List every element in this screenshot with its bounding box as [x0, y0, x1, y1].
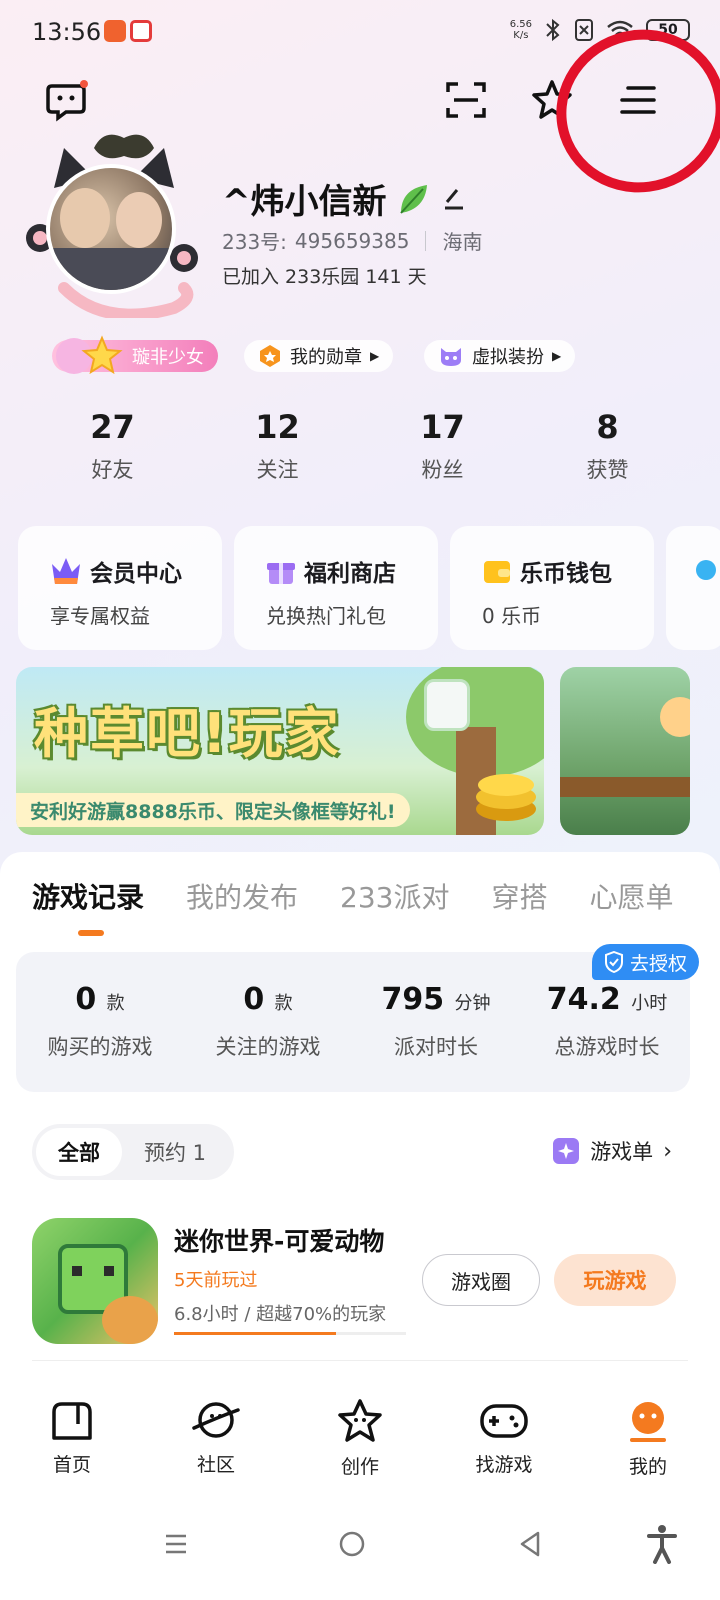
game-filter: 全部 预约 1: [32, 1124, 234, 1180]
divider: [425, 230, 427, 251]
back-icon[interactable]: [506, 1520, 554, 1568]
location: 海南: [442, 230, 483, 254]
tab-indicator: [78, 930, 104, 936]
game-circle-button[interactable]: 游戏圈: [422, 1254, 540, 1306]
chevron-right-icon: ›: [663, 1138, 672, 1164]
promo-banner[interactable]: 种草吧!玩家 安利好游赢8888乐币、限定头像框等好礼!: [16, 667, 544, 835]
list-divider: [32, 1360, 688, 1361]
profile-icon: [630, 1402, 666, 1442]
game-summary: 0 款 购买的游戏 0 款 关注的游戏 795 分钟 派对时长 74.2 小时 …: [16, 952, 690, 1092]
summary-purchased[interactable]: 0 款 购买的游戏: [40, 982, 160, 1061]
leaf-icon: [399, 184, 427, 214]
tab-bar: 游戏记录 我的发布 233派对 穿搭 心愿单: [32, 876, 674, 916]
sparkle-list-icon: [553, 1138, 580, 1164]
crown-icon: [52, 558, 80, 584]
bottom-nav: 首页 社区 创作 找游戏 我的: [0, 1380, 720, 1490]
card-welfare-store[interactable]: 福利商店 兑换热门礼包: [234, 526, 438, 650]
caret-right-icon: ▶: [552, 349, 562, 363]
game-play-stats: 6.8小时 / 超越70%的玩家: [174, 1304, 387, 1325]
recent-apps-icon[interactable]: [152, 1520, 200, 1568]
nav-home[interactable]: 首页: [0, 1380, 144, 1490]
my-medals-chip[interactable]: 我的勋章 ▶: [244, 340, 394, 372]
notification-app-icon: [130, 20, 152, 42]
bluetooth-icon: [546, 18, 560, 42]
stat-friends[interactable]: 27 好友: [30, 408, 195, 484]
card-partial[interactable]: [666, 526, 720, 650]
play-progress-fill: [174, 1332, 337, 1335]
nav-create[interactable]: 创作: [288, 1380, 432, 1490]
avatar[interactable]: [24, 128, 204, 318]
game-icon: [32, 1218, 158, 1344]
status-time: 13:56: [32, 18, 102, 46]
net-speed: 6.56 K/s: [509, 19, 532, 41]
wallet-icon: [484, 561, 510, 583]
play-game-button[interactable]: 玩游戏: [554, 1254, 676, 1306]
game-list-item[interactable]: 迷你世界-可爱动物 5天前玩过 6.8小时 / 超越70%的玩家 游戏圈 玩游戏: [32, 1216, 688, 1346]
caret-right-icon: ▶: [370, 349, 380, 363]
summary-party-time[interactable]: 795 分钟 派对时长: [376, 982, 496, 1061]
user-id-value[interactable]: 495659385: [295, 229, 410, 253]
star-icon: [338, 1399, 382, 1442]
social-stats: 27 好友 12 关注 17 粉丝 8 获赞: [30, 408, 690, 484]
game-title: 迷你世界-可爱动物: [174, 1227, 385, 1256]
notification-app-icon: [104, 20, 126, 42]
pink-star-icon: [56, 335, 123, 375]
gamepad-icon: [480, 1404, 528, 1438]
gift-icon: [267, 563, 295, 584]
banner-subtitle: 安利好游赢8888乐币、限定头像框等好礼!: [16, 793, 410, 827]
nav-community[interactable]: 社区: [144, 1380, 288, 1490]
tab-233-party[interactable]: 233派对: [340, 876, 449, 916]
gold-coins-icon: [476, 774, 536, 821]
tab-wishlist[interactable]: 心愿单: [590, 876, 674, 916]
user-id-label: 233号:: [222, 230, 287, 254]
stat-likes[interactable]: 8 获赞: [525, 408, 690, 484]
medal-icon: [260, 345, 280, 367]
user-id-line: 233号: 495659385 海南: [222, 226, 482, 255]
stat-following[interactable]: 12 关注: [195, 408, 360, 484]
home-icon: [52, 1402, 92, 1440]
title-badge-chip[interactable]: 璇非少女: [52, 335, 218, 375]
summary-followed[interactable]: 0 款 关注的游戏: [208, 982, 328, 1061]
tab-outfits[interactable]: 穿搭: [491, 876, 547, 916]
nav-find-games[interactable]: 找游戏: [432, 1380, 576, 1490]
system-nav-bar: [0, 1490, 720, 1600]
joined-days: 已加入 233乐园 141 天: [222, 266, 427, 288]
message-icon[interactable]: [40, 74, 92, 126]
authorize-badge[interactable]: 去授权: [592, 944, 700, 980]
accessibility-icon[interactable]: [638, 1520, 686, 1568]
stat-fans[interactable]: 17 粉丝: [360, 408, 525, 484]
tab-game-records[interactable]: 游戏记录: [32, 876, 144, 916]
username: ^炜小信新: [222, 174, 467, 223]
tab-my-posts[interactable]: 我的发布: [186, 876, 298, 916]
shield-check-icon: [605, 951, 623, 973]
play-progress-track: [174, 1332, 406, 1335]
costume-cat-icon: [441, 348, 461, 366]
no-sim-icon: [575, 19, 593, 41]
home-circle-icon[interactable]: [328, 1520, 376, 1568]
filter-all[interactable]: 全部: [36, 1128, 122, 1176]
card-coin-wallet[interactable]: 乐币钱包 0 乐币: [450, 526, 654, 650]
virtual-costume-chip[interactable]: 虚拟装扮 ▶: [424, 340, 576, 372]
planet-icon: [192, 1402, 240, 1438]
game-last-played: 5天前玩过: [174, 1270, 258, 1291]
banner-title: 种草吧!玩家: [34, 702, 341, 765]
game-playlist-link[interactable]: 游戏单 ›: [552, 1136, 672, 1166]
nav-mine[interactable]: 我的: [576, 1380, 720, 1490]
card-vip-center[interactable]: 会员中心 享专属权益: [18, 526, 222, 650]
summary-total-time[interactable]: 74.2 小时 总游戏时长: [542, 982, 672, 1061]
promo-banner-next[interactable]: [560, 667, 690, 835]
edit-icon[interactable]: [441, 186, 467, 212]
filter-reserved[interactable]: 预约 1: [122, 1128, 228, 1176]
scan-icon[interactable]: [440, 74, 492, 126]
avatar-photo: [46, 164, 176, 294]
